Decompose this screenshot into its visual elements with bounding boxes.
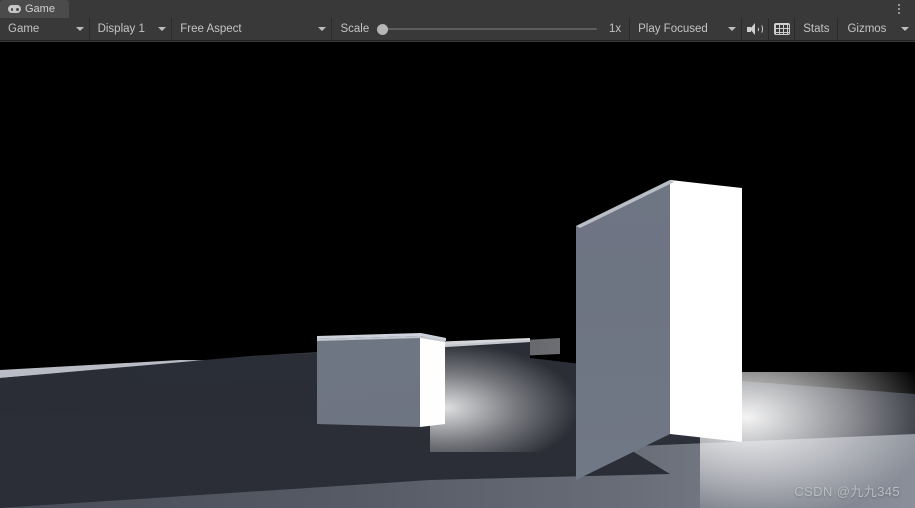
- unity-game-window: Game Game Display 1 Free Aspect Scale 1x…: [0, 0, 915, 508]
- scale-slider-thumb[interactable]: [377, 24, 389, 35]
- gizmos-dropdown[interactable]: [895, 18, 915, 40]
- view-selector-dropdown[interactable]: Game: [0, 18, 90, 40]
- kebab-dot: [898, 8, 900, 10]
- display-selector-dropdown[interactable]: Display 1: [90, 18, 173, 40]
- gizmos-label: Gizmos: [847, 23, 887, 35]
- kebab-dot: [898, 12, 900, 14]
- stats-button[interactable]: Stats: [795, 18, 839, 40]
- watermark: CSDN @九九345: [794, 484, 900, 499]
- aspect-grid-button[interactable]: [769, 18, 796, 40]
- view-selector-label: Game: [8, 23, 40, 35]
- gamepad-icon: [8, 5, 21, 13]
- grid-icon: [773, 23, 790, 35]
- kebab-menu-icon[interactable]: [892, 1, 906, 17]
- tab-game-label: Game: [25, 3, 55, 15]
- chevron-down-icon: [728, 27, 737, 31]
- play-mode-label: Play Focused: [638, 23, 708, 35]
- chevron-down-icon: [901, 27, 910, 31]
- aspect-ratio-dropdown[interactable]: Free Aspect: [172, 18, 333, 40]
- gizmos-button[interactable]: Gizmos: [838, 18, 895, 40]
- scale-slider-track: [377, 28, 598, 30]
- display-selector-label: Display 1: [97, 23, 145, 35]
- kebab-dot: [898, 4, 900, 6]
- stats-label: Stats: [803, 23, 830, 35]
- scale-slider-group[interactable]: Scale 1x: [332, 18, 631, 40]
- game-view-toolbar: Game Display 1 Free Aspect Scale 1x Play…: [0, 18, 915, 41]
- play-mode-dropdown[interactable]: Play Focused: [630, 18, 743, 40]
- scale-slider[interactable]: [377, 22, 598, 36]
- scale-label: Scale: [340, 23, 370, 35]
- scale-value: 1x: [608, 23, 622, 35]
- chevron-down-icon: [318, 27, 327, 31]
- chevron-down-icon: [158, 27, 167, 31]
- aspect-ratio-label: Free Aspect: [180, 23, 242, 35]
- tab-game[interactable]: Game: [0, 0, 69, 18]
- chevron-down-icon: [75, 27, 84, 31]
- mute-audio-button[interactable]: [742, 18, 769, 40]
- speaker-icon: [747, 23, 763, 35]
- tab-bar: Game: [0, 0, 915, 18]
- game-viewport[interactable]: CSDN @九九345: [0, 42, 915, 508]
